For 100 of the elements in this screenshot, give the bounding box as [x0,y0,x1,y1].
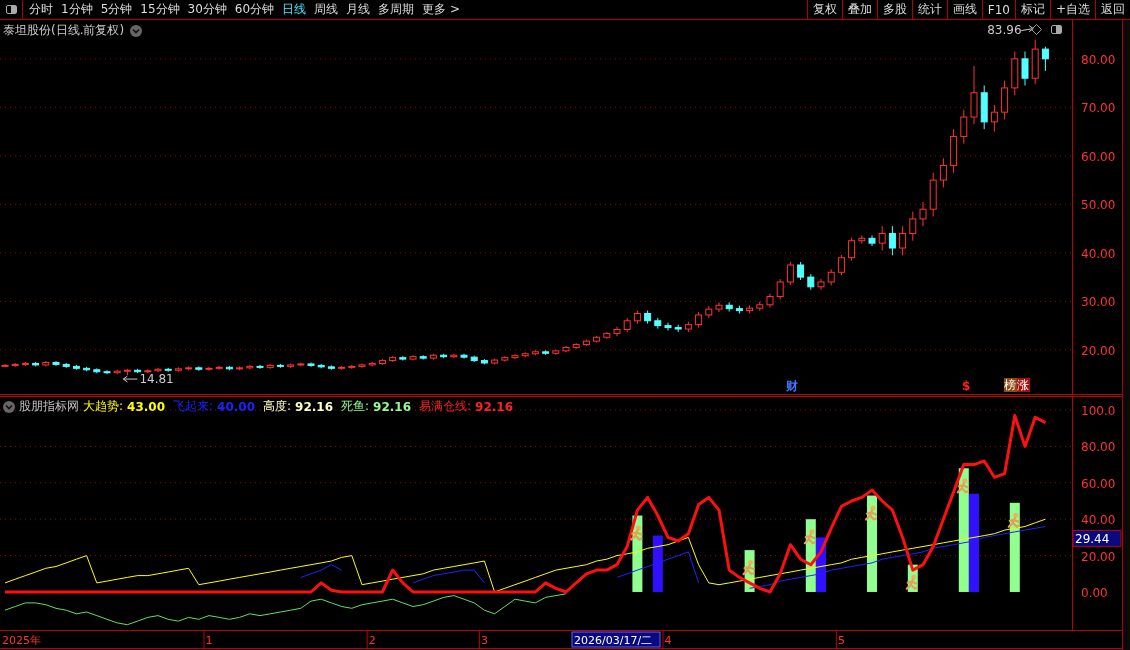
candlestick [195,365,203,372]
chevron-down-icon[interactable] [130,24,143,37]
axis-label: 30.00 [1081,295,1116,310]
axis-label: 0.00 [1081,585,1108,600]
candlestick [990,104,998,133]
candlestick [848,237,856,262]
period-tab[interactable]: 60分钟 [234,1,275,18]
legend-value: 92.16 [295,399,334,414]
candlestick [797,261,805,281]
candlestick [236,365,244,371]
candlestick [225,365,233,371]
candlestick [1021,51,1029,86]
arrow-icon [1020,25,1034,33]
event-badge[interactable]: 涨 [1017,378,1030,392]
candlestick [205,366,213,372]
candlestick [899,225,907,256]
period-tab[interactable]: 多周期 [378,1,415,18]
candlestick [460,353,468,360]
candlestick [144,368,152,374]
candlestick [470,355,478,363]
candlestick [215,365,223,371]
event-marker[interactable]: 财 [786,379,798,393]
period-tab[interactable]: 分时 [29,1,53,18]
legend-label: 易满仓线: [419,398,472,415]
candlestick [93,367,101,374]
event-badge[interactable]: 榜 [1004,378,1017,392]
candlestick [450,353,458,359]
diamond-icon[interactable] [1031,24,1042,35]
candlestick [358,362,366,369]
period-tab[interactable]: 5分钟 [100,1,133,18]
runner-icon [956,478,969,494]
event-marker[interactable]: $ [962,379,971,393]
candlestick [970,65,978,125]
candlestick [72,364,80,371]
panel-toggle-icon[interactable] [1050,24,1063,35]
cursor-value-label: 29.44 [1072,529,1122,547]
candlestick [582,339,590,347]
candlestick [480,358,488,365]
candlestick [21,361,29,367]
candlestick [950,128,958,174]
candlestick [266,363,274,370]
candlestick [542,349,550,356]
candlestick [276,363,284,369]
legend-value: 92.16 [373,399,412,414]
candlestick [409,354,417,362]
axis-label: 40.00 [1081,513,1116,528]
candlestick [256,364,264,370]
period-tab[interactable]: 月线 [346,1,371,18]
period-tab[interactable]: 1分钟 [61,1,93,18]
candlestick [164,367,172,373]
candlestick [307,362,315,368]
runner-icon [905,574,918,590]
candlestick [674,324,682,333]
candlestick [1011,51,1019,96]
legend-label: 高度: [263,398,292,415]
candlestick [562,345,570,353]
high-price-label: 83.96 [987,22,1022,37]
date-label: 2025年 [2,634,41,647]
candlestick [827,268,835,286]
candlestick [695,311,703,329]
period-tab[interactable]: 15分钟 [140,1,180,18]
cursor-date-label: 2026/03/17/二 [571,631,661,648]
runner-icon [742,560,755,576]
candlestick [735,305,743,314]
period-tab[interactable]: 周线 [314,1,339,18]
axis-label: 60.00 [1081,476,1116,491]
candlestick [960,109,968,145]
candlestick [552,348,560,356]
axis-label: 20.00 [1081,343,1116,358]
candlestick [419,354,427,361]
legend-label: 飞起来: [173,398,214,415]
period-tab[interactable]: 更多 > [422,1,460,18]
candlestick [786,261,794,286]
candlestick [521,351,529,358]
candlestick [287,362,295,369]
date-label: 2 [368,634,376,647]
candlestick [654,317,662,330]
candlestick [297,362,305,367]
candlestick [368,361,376,367]
candlestick [868,234,876,247]
candlestick [817,278,825,291]
date-label: 3 [480,634,488,647]
candlestick [888,225,896,256]
stock-title: 泰坦股份(日线.前复权) [3,22,125,39]
candlestick [317,363,325,369]
candlestick [32,361,40,367]
arrow-icon [122,375,138,383]
chevron-down-icon[interactable] [3,400,15,413]
period-tab[interactable]: 30分钟 [187,1,227,18]
candlestick [705,305,713,319]
axis-label: 50.00 [1081,198,1116,213]
period-tab[interactable]: 日线 [282,1,307,18]
candlestick [1001,80,1009,120]
candlestick [42,360,50,367]
candlestick [389,355,397,363]
candlestick [776,278,784,300]
legend-label: 股朋指标网 [19,398,79,415]
candlestick [766,293,774,309]
candlestick [11,362,19,368]
candlestick [1031,39,1039,85]
